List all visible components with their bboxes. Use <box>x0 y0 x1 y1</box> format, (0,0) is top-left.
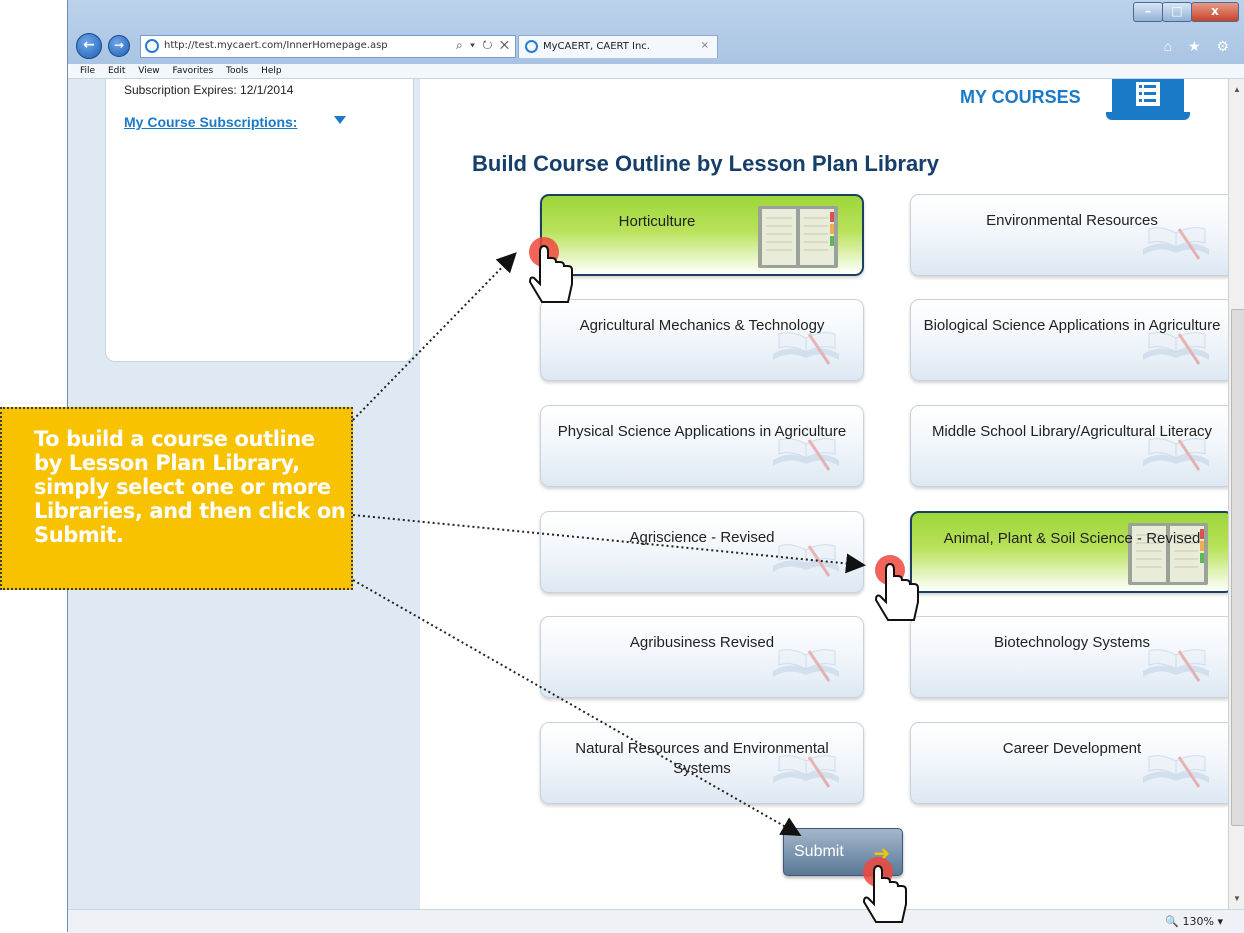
my-course-subscriptions-link[interactable]: My Course Subscriptions: <box>124 114 297 130</box>
callout-text: To build a course outline by Lesson Plan… <box>34 427 346 547</box>
zoom-value: 130% <box>1182 915 1214 928</box>
library-card[interactable]: Agricultural Mechanics & Technology <box>540 299 864 381</box>
library-card-label: Agriscience - Revised <box>629 529 775 546</box>
library-card-label: Physical Science Applications in Agricul… <box>557 423 847 440</box>
my-courses-laptop-icon <box>1106 79 1190 121</box>
menu-view[interactable]: View <box>138 66 159 76</box>
library-card[interactable]: Animal, Plant & Soil Science - Revised <box>910 511 1228 593</box>
library-card-label: Animal, Plant & Soil Science - Revised <box>943 530 1201 547</box>
window-controls: – □ x <box>1133 2 1239 22</box>
library-card[interactable]: Biotechnology Systems <box>910 616 1228 698</box>
library-card-label: Career Development <box>1002 740 1142 757</box>
back-button[interactable]: ← <box>76 33 102 59</box>
library-card-label: Biological Science Applications in Agric… <box>923 317 1221 334</box>
scroll-thumb[interactable] <box>1231 309 1244 826</box>
tab-title: MyCAERT, CAERT Inc. <box>543 41 650 52</box>
library-card-label: Biotechnology Systems <box>994 634 1150 651</box>
ie-page-icon <box>145 39 159 53</box>
menu-tools[interactable]: Tools <box>226 66 248 76</box>
menu-file[interactable]: File <box>80 66 95 76</box>
library-card-label: Agribusiness Revised <box>629 634 775 651</box>
submit-button[interactable]: Submit ➜ <box>783 828 903 876</box>
forward-button[interactable]: → <box>108 35 130 57</box>
menu-favorites[interactable]: Favorites <box>172 66 213 76</box>
vertical-scrollbar[interactable]: ▲ ▼ <box>1228 79 1244 909</box>
library-card[interactable]: Agriscience - Revised <box>540 511 864 593</box>
menu-help[interactable]: Help <box>261 66 282 76</box>
scroll-down-icon[interactable]: ▼ <box>1233 894 1241 903</box>
home-favorites-tools-icons[interactable]: ⌂ ★ ⚙ <box>1164 38 1235 55</box>
address-controls[interactable]: ⌕ ▾ ↻ ✕ <box>456 38 511 53</box>
browser-titlebar: – □ x ← → http://test.mycaert.com/InnerH… <box>68 0 1244 64</box>
menu-edit[interactable]: Edit <box>108 66 125 76</box>
library-card[interactable]: Career Development <box>910 722 1228 804</box>
subscription-panel: Subscription Expires: 12/1/2014 My Cours… <box>105 79 414 362</box>
main-panel: MY COURSES Build Course Outline by Lesso… <box>420 79 1228 909</box>
library-card[interactable]: Natural Resources and Environmental Syst… <box>540 722 864 804</box>
library-card[interactable]: Middle School Library/Agricultural Liter… <box>910 405 1228 487</box>
submit-label: Submit <box>794 843 844 860</box>
address-url[interactable]: http://test.mycaert.com/InnerHomepage.as… <box>164 40 388 51</box>
ie-tab-icon <box>525 40 538 53</box>
zoom-level[interactable]: 🔍 130% ▾ <box>1165 915 1223 928</box>
address-bar[interactable]: http://test.mycaert.com/InnerHomepage.as… <box>140 35 516 58</box>
library-card-label: Natural Resources and Environmental Syst… <box>575 740 829 777</box>
status-bar: 🔍 130% ▾ <box>68 909 1244 933</box>
close-window-button[interactable]: x <box>1191 2 1239 22</box>
library-card-label: Horticulture <box>618 213 696 230</box>
subscription-expires: Subscription Expires: 12/1/2014 <box>124 83 294 97</box>
maximize-button[interactable]: □ <box>1162 2 1192 22</box>
tab-close-icon[interactable]: × <box>701 40 709 51</box>
instruction-callout: To build a course outline by Lesson Plan… <box>0 407 353 590</box>
arrow-right-icon: ➜ <box>873 843 890 865</box>
library-card-label: Agricultural Mechanics & Technology <box>579 317 825 334</box>
library-card[interactable]: Biological Science Applications in Agric… <box>910 299 1228 381</box>
library-card[interactable]: Agribusiness Revised <box>540 616 864 698</box>
scroll-up-icon[interactable]: ▲ <box>1233 85 1241 94</box>
my-courses-title: MY COURSES <box>960 87 1081 107</box>
library-card[interactable]: Physical Science Applications in Agricul… <box>540 405 864 487</box>
page-heading: Build Course Outline by Lesson Plan Libr… <box>472 151 939 176</box>
library-card-label: Environmental Resources <box>986 212 1158 229</box>
browser-tab[interactable]: MyCAERT, CAERT Inc. × <box>518 35 718 58</box>
menu-bar: File Edit View Favorites Tools Help <box>68 64 1244 79</box>
library-card-label: Middle School Library/Agricultural Liter… <box>931 423 1213 440</box>
library-card[interactable]: Horticulture <box>540 194 864 276</box>
minimize-button[interactable]: – <box>1133 2 1163 22</box>
dropdown-triangle-icon[interactable] <box>334 116 346 124</box>
library-card[interactable]: Environmental Resources <box>910 194 1228 276</box>
